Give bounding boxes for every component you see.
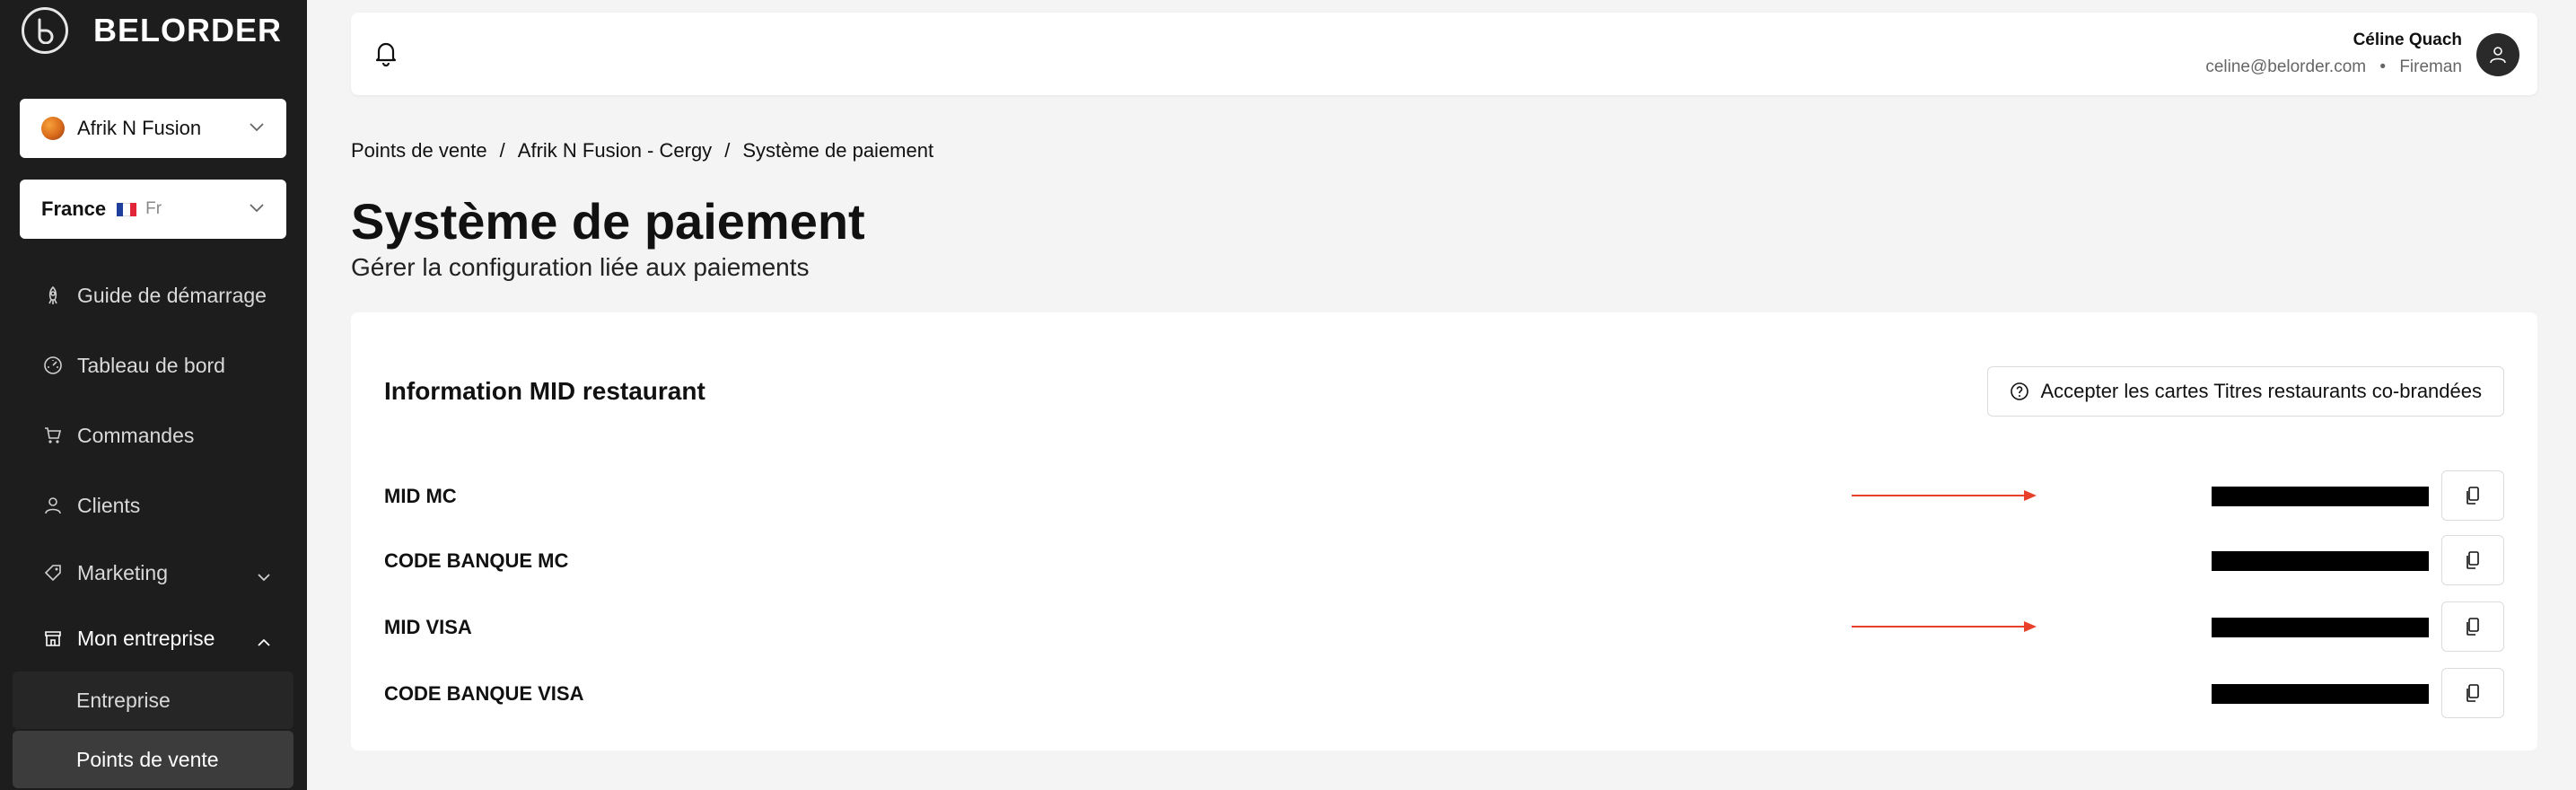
rocket-icon [43,285,63,305]
sidebar-item-label: Commandes [77,423,195,447]
tag-icon [43,563,63,583]
redacted-value [2212,551,2429,571]
mid-row: MID MC [351,470,2537,521]
sidebar-item-mon-entreprise[interactable]: Mon entreprise [0,616,307,661]
copy-icon [2466,618,2479,636]
page-subtitle: Gérer la configuration liée aux paiement… [351,253,810,281]
breadcrumb-separator: / [499,139,505,162]
red-arrow-icon [1852,621,2037,632]
sidebar-item-marketing[interactable]: Marketing [0,550,307,595]
red-arrow-icon [1852,490,2037,501]
user-email: celine@belorder.com [2205,57,2367,76]
chevron-down-icon [249,120,265,136]
user-info[interactable]: Céline Quach celine@belorder.com • Firem… [2205,31,2462,77]
language-code: Fr [145,199,162,218]
restaurant-select-value: Afrik N Fusion [77,117,202,139]
user-details: celine@belorder.com • Fireman [2205,57,2462,77]
mid-row: MID VISA [351,601,2537,652]
restaurant-select[interactable]: Afrik N Fusion [20,99,286,158]
accept-button-label: Accepter les cartes Titres restaurants c… [2040,380,2482,402]
sidebar-item-dashboard[interactable]: Tableau de bord [0,343,307,388]
copy-icon [2466,487,2479,505]
question-circle-icon [2010,382,2029,401]
sidebar-item-label: Mon entreprise [77,626,215,650]
card-title: Information MID restaurant [384,377,705,405]
breadcrumb: Points de vente / Afrik N Fusion - Cergy / S… [351,139,933,162]
user-separator: • [2379,57,2387,76]
sidebar-item-orders[interactable]: Commandes [0,413,307,458]
row-label: CODE BANQUE MC [384,549,569,572]
copy-button[interactable] [2441,668,2504,718]
sidebar-item-label: Marketing [77,560,168,584]
redacted-value [2212,684,2429,704]
copy-button[interactable] [2441,601,2504,652]
top-bar: Céline Quach celine@belorder.com • Firem… [351,13,2537,95]
accept-co-branded-cards-button[interactable]: Accepter les cartes Titres restaurants c… [1987,366,2504,417]
sidebar-item-label: Tableau de bord [77,353,225,377]
redacted-value [2212,618,2429,637]
store-icon [43,628,63,648]
bell-icon[interactable] [374,40,398,71]
sidebar-subitem-label: Entreprise [76,688,171,712]
user-icon [2490,47,2506,64]
mid-info-card: Information MID restaurant Accepter les … [351,312,2537,750]
sidebar-subitem-entreprise[interactable]: Entreprise [13,672,294,729]
mid-row: CODE BANQUE VISA [351,668,2537,718]
sidebar: BELORDER Afrik N Fusion France Fr Guide … [0,0,307,790]
breadcrumb-item[interactable]: Afrik N Fusion - Cergy [518,139,712,162]
sidebar-subitem-label: Points de vente [76,747,219,771]
country-select[interactable]: France Fr [20,180,286,239]
restaurant-logo-icon [41,117,65,140]
chevron-down-icon [249,201,265,217]
breadcrumb-item[interactable]: Points de vente [351,139,487,162]
sidebar-item-label: Guide de démarrage [77,283,267,307]
page-title: Système de paiement [351,193,865,250]
copy-button[interactable] [2441,470,2504,521]
user-icon [43,496,63,515]
mid-row: CODE BANQUE MC [351,535,2537,585]
sidebar-item-label: Clients [77,493,141,517]
sidebar-item-clients[interactable]: Clients [0,483,307,528]
row-label: MID MC [384,485,457,507]
row-label: CODE BANQUE VISA [384,682,584,705]
cart-icon [43,426,63,445]
user-name: Céline Quach [2353,31,2462,49]
chevron-up-icon [257,629,271,654]
user-role: Fireman [2399,57,2462,76]
avatar[interactable] [2476,33,2519,76]
brand-name: BELORDER [93,12,283,48]
belorder-logo-icon [22,7,68,54]
france-flag-icon [117,202,137,216]
breadcrumb-current: Système de paiement [742,139,934,162]
sidebar-subitem-points-de-vente[interactable]: Points de vente [13,731,294,788]
copy-button[interactable] [2441,535,2504,585]
chevron-down-icon [257,564,271,588]
breadcrumb-separator: / [724,139,731,162]
redacted-value [2212,487,2429,506]
row-label: MID VISA [384,616,472,638]
sidebar-item-guide[interactable]: Guide de démarrage [0,273,307,318]
country-select-value: France [41,198,107,220]
dashboard-icon [43,356,63,375]
copy-icon [2466,551,2479,569]
brand-logo[interactable]: BELORDER [22,7,282,54]
copy-icon [2466,684,2479,702]
